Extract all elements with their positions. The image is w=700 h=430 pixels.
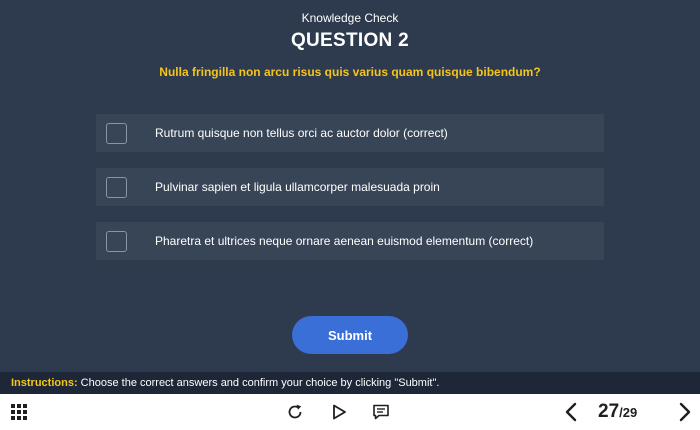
player-footer: 27/29	[0, 394, 700, 430]
menu-button[interactable]	[8, 394, 30, 430]
answer-option-1[interactable]: Rutrum quisque non tellus orci ac auctor…	[96, 114, 604, 152]
current-slide-number: 27	[598, 401, 620, 422]
quiz-stage: Knowledge Check QUESTION 2 Nulla fringil…	[0, 0, 700, 372]
prev-icon	[565, 402, 577, 422]
question-text: Nulla fringilla non arcu risus quis vari…	[159, 65, 541, 79]
replay-icon	[288, 404, 302, 419]
grid-menu-icon	[11, 404, 27, 420]
instructions-text: Choose the correct answers and confirm y…	[77, 377, 440, 389]
instructions-key: Instructions:	[11, 377, 78, 389]
replay-button[interactable]	[284, 394, 306, 430]
answer-label: Pharetra et ultrices neque ornare aenean…	[155, 234, 534, 248]
checkbox[interactable]	[106, 231, 127, 252]
checkbox[interactable]	[106, 123, 127, 144]
play-button[interactable]	[328, 394, 350, 430]
knowledge-check-label: Knowledge Check	[301, 11, 399, 25]
slide-counter: 27/29	[598, 401, 637, 423]
next-slide-button[interactable]	[674, 394, 696, 430]
answer-label: Rutrum quisque non tellus orci ac auctor…	[155, 126, 448, 140]
submit-button[interactable]: Submit	[292, 316, 408, 354]
answer-option-2[interactable]: Pulvinar sapien et ligula ullamcorper ma…	[96, 168, 604, 206]
captions-button[interactable]	[370, 394, 392, 430]
checkbox[interactable]	[106, 177, 127, 198]
play-icon	[333, 404, 346, 420]
total-slides-number: 29	[622, 405, 638, 420]
next-icon	[679, 402, 691, 422]
answer-label: Pulvinar sapien et ligula ullamcorper ma…	[155, 180, 440, 194]
answer-option-3[interactable]: Pharetra et ultrices neque ornare aenean…	[96, 222, 604, 260]
instructions-bar: Instructions: Choose the correct answers…	[0, 372, 700, 394]
question-title: QUESTION 2	[290, 30, 410, 51]
captions-icon	[373, 404, 389, 420]
prev-slide-button[interactable]	[560, 394, 582, 430]
